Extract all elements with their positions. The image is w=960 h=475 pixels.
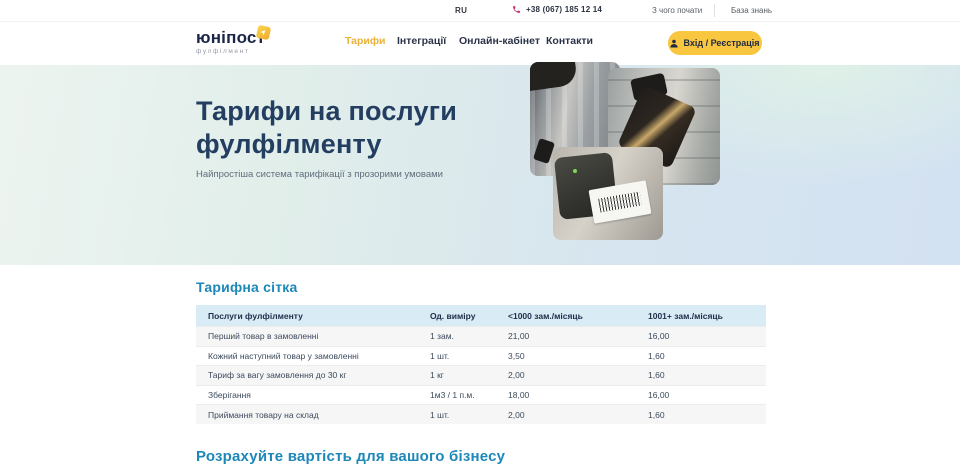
photo-scanner-shape	[533, 138, 555, 164]
calculator-section-heading: Розрахуйте вартість для вашого бізнесу	[196, 448, 505, 465]
page: RU +38 (067) 185 12 14 З чого почати Баз…	[0, 0, 960, 475]
hero-section: Тарифи на послуги фулфілменту Найпростіш…	[0, 65, 960, 265]
tariff-table: Послуги фулфілменту Од. виміру <1000 зам…	[196, 305, 766, 424]
pricing-section-heading: Тарифна сітка	[196, 279, 297, 295]
cell-unit: 1 кг	[430, 370, 508, 380]
hero-photo-label-printer	[553, 147, 663, 240]
cell-lt1000: 18,00	[508, 390, 648, 400]
table-row: Зберігання 1м3 / 1 п.м. 18,00 16,00	[196, 385, 766, 405]
page-title: Тарифи на послуги фулфілменту	[196, 95, 457, 161]
main-header: юніпост ➤ фулфілмент Тарифи Інтеграції О…	[0, 22, 960, 65]
logo[interactable]: юніпост ➤ фулфілмент	[196, 29, 286, 55]
logo-subtitle: фулфілмент	[196, 48, 286, 55]
column-header-gt1001: 1001+ зам./місяць	[648, 311, 766, 321]
cell-gt1001: 16,00	[648, 331, 766, 341]
nav-item-tariffs[interactable]: Тарифи	[345, 35, 386, 47]
top-utility-bar: RU +38 (067) 185 12 14 З чого почати Баз…	[0, 0, 960, 22]
column-header-service: Послуги фулфілменту	[196, 311, 430, 321]
cell-service: Перший товар в замовленні	[196, 331, 430, 341]
cell-lt1000: 2,00	[508, 410, 648, 420]
cell-gt1001: 1,60	[648, 410, 766, 420]
link-getting-started[interactable]: З чого почати	[652, 6, 702, 15]
cell-gt1001: 16,00	[648, 390, 766, 400]
barcode-graphic	[598, 191, 642, 212]
column-header-lt1000: <1000 зам./місяць	[508, 311, 648, 321]
language-switcher[interactable]: RU	[455, 6, 467, 15]
column-header-unit: Од. виміру	[430, 311, 508, 321]
table-header-row: Послуги фулфілменту Од. виміру <1000 зам…	[196, 305, 766, 326]
cell-gt1001: 1,60	[648, 370, 766, 380]
cell-service: Зберігання	[196, 390, 430, 400]
phone-link[interactable]: +38 (067) 185 12 14	[512, 5, 602, 14]
table-row: Тариф за вагу замовлення до 30 кг 1 кг 2…	[196, 365, 766, 385]
nav-item-contacts[interactable]: Контакти	[546, 35, 593, 47]
logo-badge-icon: ➤	[256, 25, 271, 40]
cell-unit: 1 шт.	[430, 351, 508, 361]
hero-subtitle: Найпростіша система тарифікації з прозор…	[196, 169, 443, 180]
nav-item-online-cabinet[interactable]: Онлайн-кабінет	[459, 35, 540, 47]
login-button-label: Вхід / Реєстрація	[683, 38, 759, 48]
logo-title: юніпост	[196, 29, 286, 46]
cell-service: Тариф за вагу замовлення до 30 кг	[196, 370, 430, 380]
table-row: Перший товар в замовленні 1 зам. 21,00 1…	[196, 326, 766, 346]
cell-service: Кожний наступний товар у замовленні	[196, 351, 430, 361]
cell-unit: 1 шт.	[430, 410, 508, 420]
table-row: Кожний наступний товар у замовленні 1 шт…	[196, 346, 766, 366]
login-register-button[interactable]: Вхід / Реєстрація	[668, 31, 762, 55]
cell-lt1000: 3,50	[508, 351, 648, 361]
person-icon	[670, 39, 678, 48]
topbar-divider	[714, 4, 715, 17]
phone-number: +38 (067) 185 12 14	[526, 5, 602, 14]
cell-lt1000: 21,00	[508, 331, 648, 341]
cell-gt1001: 1,60	[648, 351, 766, 361]
cell-unit: 1м3 / 1 п.м.	[430, 390, 508, 400]
link-knowledge-base[interactable]: База знань	[731, 6, 772, 15]
table-row: Приймання товару на склад 1 шт. 2,00 1,6…	[196, 404, 766, 424]
table-body: Перший товар в замовленні 1 зам. 21,00 1…	[196, 326, 766, 424]
cell-unit: 1 зам.	[430, 331, 508, 341]
cell-service: Приймання товару на склад	[196, 410, 430, 420]
cell-lt1000: 2,00	[508, 370, 648, 380]
photo-arm-shape	[530, 62, 578, 91]
nav-item-integrations[interactable]: Інтеграції	[397, 35, 446, 47]
photo-printer-led	[573, 169, 577, 173]
phone-icon	[512, 5, 521, 14]
